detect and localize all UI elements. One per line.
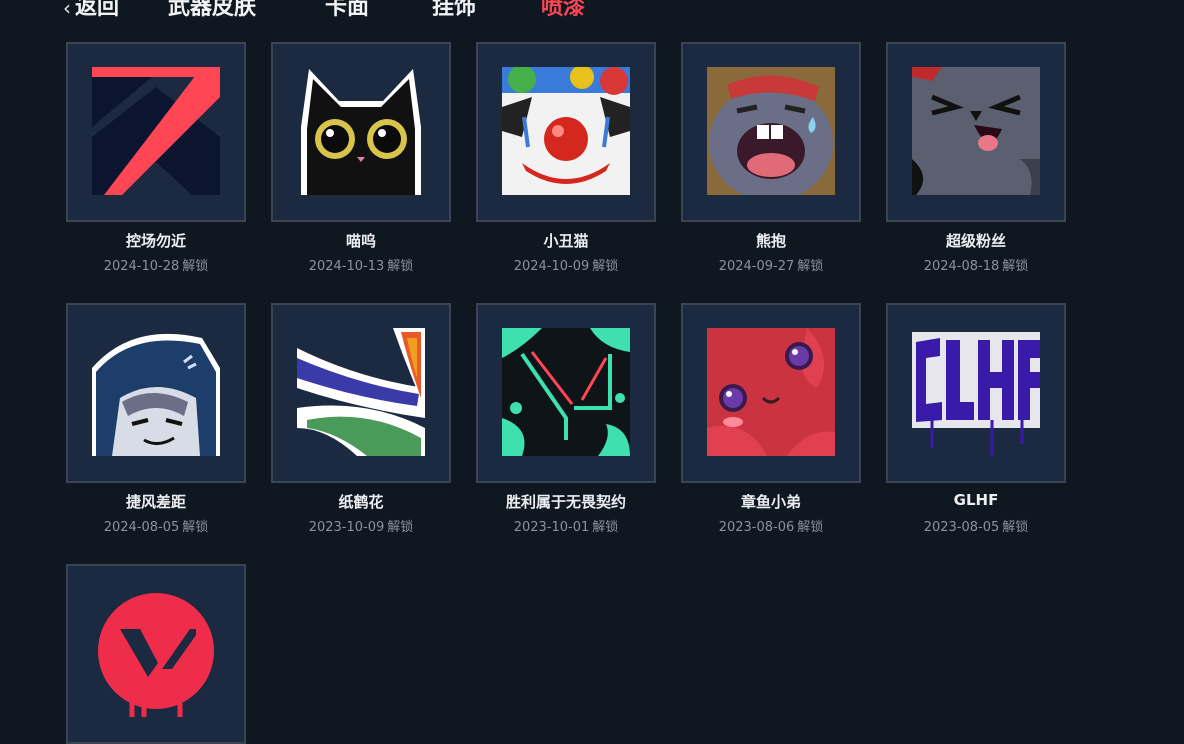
spray-name: 喵呜 bbox=[345, 232, 376, 250]
spray-frame bbox=[66, 303, 246, 483]
spray-name: 小丑猫 bbox=[543, 232, 589, 250]
spray-frame bbox=[476, 42, 656, 222]
control-zone-spray-icon bbox=[92, 67, 220, 195]
crying-creature-spray-icon bbox=[707, 67, 835, 195]
spray-frame bbox=[66, 564, 246, 744]
clown-cat-spray-icon bbox=[502, 67, 630, 195]
unlock-date: 2023-08-05 解锁 bbox=[923, 520, 1029, 535]
octopus-spray-icon bbox=[707, 328, 835, 456]
unlock-date: 2024-10-28 解锁 bbox=[103, 259, 209, 274]
spray-name: 超级粉丝 bbox=[945, 232, 1006, 250]
spray-card[interactable]: 章鱼小弟 2023-08-06 解锁 bbox=[681, 303, 861, 535]
spray-frame bbox=[886, 303, 1066, 483]
glhf-graffiti-spray-icon bbox=[912, 328, 1040, 456]
spray-name: 章鱼小弟 bbox=[740, 493, 801, 511]
spray-frame bbox=[886, 42, 1066, 222]
spray-card[interactable]: 熊抱 2024-09-27 解锁 bbox=[681, 42, 861, 274]
tab-sprays[interactable]: 喷漆 bbox=[541, 0, 585, 22]
spray-name: 捷风差距 bbox=[125, 493, 186, 511]
spray-name: 控场勿近 bbox=[125, 232, 186, 250]
spray-frame bbox=[681, 42, 861, 222]
valorant-logo-spray-icon bbox=[92, 589, 220, 717]
tab-weapon-skins[interactable]: 武器皮肤 bbox=[168, 0, 256, 22]
spray-frame bbox=[271, 303, 451, 483]
spray-card[interactable]: 控场勿近 2024-10-28 解锁 bbox=[66, 42, 246, 274]
spray-card[interactable]: 喵呜 2024-10-13 解锁 bbox=[271, 42, 451, 274]
spray-card[interactable]: 超级粉丝 2024-08-18 解锁 bbox=[886, 42, 1066, 274]
jett-hooded-spray-icon bbox=[92, 328, 220, 456]
super-fan-spray-icon bbox=[912, 67, 1040, 195]
back-button[interactable]: ‹ 返回 bbox=[63, 0, 119, 22]
spray-card[interactable]: 捷风差距 2024-08-05 解锁 bbox=[66, 303, 246, 535]
unlock-date: 2023-10-09 解锁 bbox=[308, 520, 414, 535]
spray-frame bbox=[271, 42, 451, 222]
unlock-date: 2023-10-01 解锁 bbox=[513, 520, 619, 535]
unlock-date: 2024-08-18 解锁 bbox=[923, 259, 1029, 274]
spray-frame bbox=[66, 42, 246, 222]
unlock-date: 2024-08-05 解锁 bbox=[103, 520, 209, 535]
chevron-left-icon: ‹ bbox=[63, 0, 71, 20]
spray-card[interactable] bbox=[66, 564, 246, 744]
spray-frame bbox=[476, 303, 656, 483]
tab-player-cards[interactable]: 卡面 bbox=[325, 0, 369, 22]
spray-card[interactable]: 胜利属于无畏契约 2023-10-01 解锁 bbox=[476, 303, 656, 535]
spray-card[interactable]: 纸鹤花 2023-10-09 解锁 bbox=[271, 303, 451, 535]
unlock-date: 2024-10-13 解锁 bbox=[308, 259, 414, 274]
top-navigation: ‹ 返回 武器皮肤 卡面 挂饰 喷漆 bbox=[0, 0, 1184, 30]
unlock-date: 2024-10-09 解锁 bbox=[513, 259, 619, 274]
black-cat-spray-icon bbox=[297, 67, 425, 195]
spray-frame bbox=[681, 303, 861, 483]
spray-name: 胜利属于无畏契约 bbox=[505, 493, 626, 511]
spray-name: 熊抱 bbox=[755, 232, 786, 250]
valorant-splash-spray-icon bbox=[502, 328, 630, 456]
spray-name: GLHF bbox=[953, 491, 999, 509]
spray-name: 纸鹤花 bbox=[338, 493, 384, 511]
back-label: 返回 bbox=[75, 0, 120, 20]
spray-card[interactable]: GLHF 2023-08-05 解锁 bbox=[886, 303, 1066, 535]
spray-card[interactable]: 小丑猫 2024-10-09 解锁 bbox=[476, 42, 656, 274]
tab-charms[interactable]: 挂饰 bbox=[432, 0, 476, 22]
unlock-date: 2024-09-27 解锁 bbox=[718, 259, 824, 274]
unlock-date: 2023-08-06 解锁 bbox=[718, 520, 824, 535]
paper-crane-flower-spray-icon bbox=[297, 328, 425, 456]
